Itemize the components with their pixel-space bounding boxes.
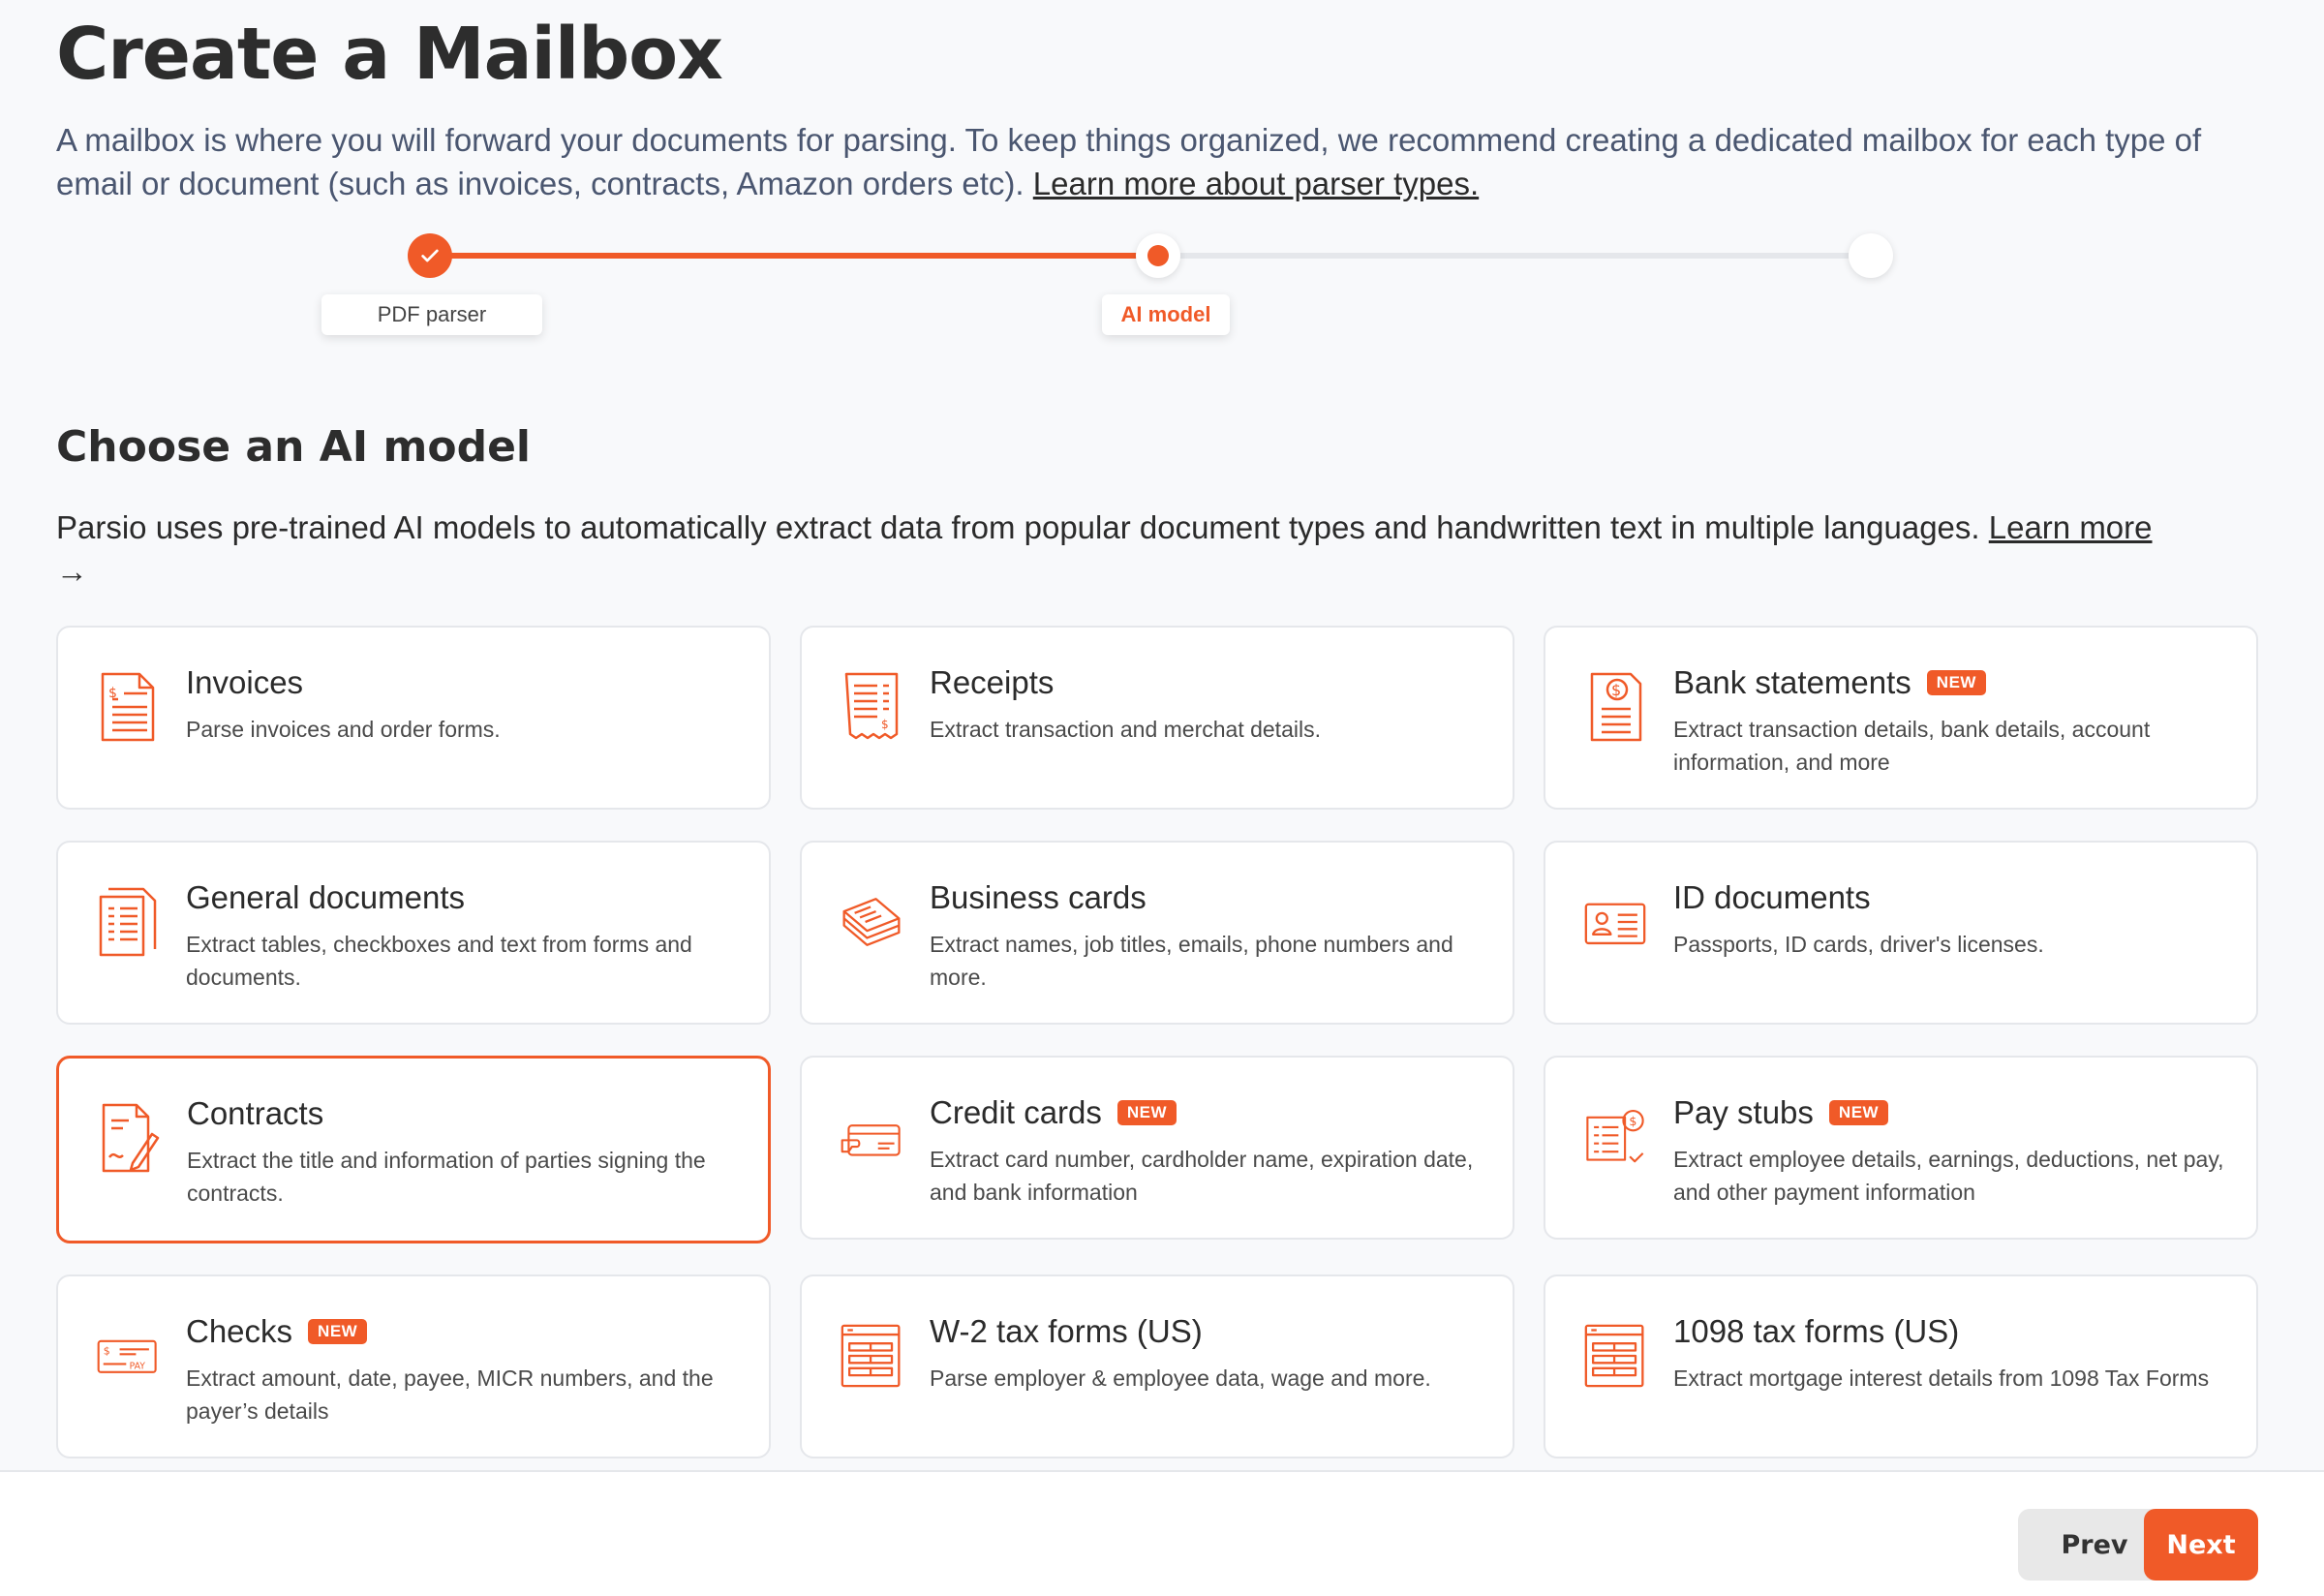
- card-title: W-2 tax forms (US): [930, 1313, 1203, 1350]
- svg-text:$: $: [1629, 1114, 1636, 1128]
- card-contracts[interactable]: Contracts Extract the title and informat…: [56, 1056, 771, 1243]
- general-document-icon: [97, 885, 159, 959]
- stepper: PDF parser AI model: [0, 229, 2324, 335]
- pay-stub-icon: $: [1584, 1100, 1646, 1174]
- card-description: Passports, ID cards, driver's licenses.: [1673, 932, 2044, 957]
- card-id-documents[interactable]: ID documents Passports, ID cards, driver…: [1544, 841, 2258, 1025]
- ai-model-grid: $ Invoices Parse invoices and order form…: [56, 626, 2258, 1458]
- card-w2-tax-forms[interactable]: W-2 tax forms (US) Parse employer & empl…: [800, 1274, 1514, 1458]
- card-title: Bank statements NEW: [1673, 664, 1986, 701]
- page-title: Create a Mailbox: [56, 13, 723, 96]
- card-title-text: Checks: [186, 1313, 293, 1349]
- footer-bar: Prev Next: [0, 1470, 2324, 1596]
- card-description: Parse invoices and order forms.: [186, 717, 501, 742]
- card-title-text: Credit cards: [930, 1094, 1102, 1130]
- card-description: Extract names, job titles, emails, phone…: [930, 932, 1453, 990]
- card-receipts[interactable]: $ Receipts Extract transaction and merch…: [800, 626, 1514, 810]
- learn-more-link[interactable]: Learn more: [1989, 509, 2153, 545]
- check-icon: [421, 249, 439, 262]
- card-title-text: W-2 tax forms (US): [930, 1313, 1203, 1349]
- step-next: [1849, 233, 1893, 278]
- card-description: Extract mortgage interest details from 1…: [1673, 1366, 2210, 1391]
- card-title: Contracts: [187, 1095, 323, 1132]
- svg-text:$: $: [1611, 681, 1621, 699]
- card-description: Extract transaction and merchat details.: [930, 717, 1321, 742]
- card-title-text: 1098 tax forms (US): [1673, 1313, 1960, 1349]
- step-pdf-parser[interactable]: [408, 233, 452, 278]
- card-invoices[interactable]: $ Invoices Parse invoices and order form…: [56, 626, 771, 810]
- section-title: Choose an AI model: [56, 422, 531, 472]
- card-description: Parse employer & employee data, wage and…: [930, 1366, 1431, 1391]
- card-title: ID documents: [1673, 879, 1871, 916]
- contract-icon: [98, 1101, 160, 1175]
- card-title-text: General documents: [186, 879, 465, 915]
- check-icon: $ PAY: [97, 1319, 159, 1393]
- intro-text: A mailbox is where you will forward your…: [56, 118, 2264, 205]
- card-credit-cards[interactable]: Credit cards NEW Extract card number, car…: [800, 1056, 1514, 1240]
- card-title-text: Bank statements: [1673, 664, 1911, 700]
- card-title-text: Contracts: [187, 1095, 324, 1131]
- card-description: Extract the title and information of par…: [187, 1148, 706, 1206]
- section-intro-body: Parsio uses pre-trained AI models to aut…: [56, 509, 1980, 545]
- credit-card-icon: [841, 1100, 902, 1174]
- card-checks[interactable]: $ PAY Checks NEW Extract amount, date, pay…: [56, 1274, 771, 1458]
- card-title: Business cards: [930, 879, 1147, 916]
- card-title-text: ID documents: [1673, 879, 1871, 915]
- invoice-icon: $: [97, 670, 159, 744]
- card-pay-stubs[interactable]: $ Pay stubs NEW Extract employee details,…: [1544, 1056, 2258, 1240]
- step-ai-model[interactable]: [1136, 233, 1180, 278]
- card-title-text: Business cards: [930, 879, 1147, 915]
- card-description: Extract tables, checkboxes and text from…: [186, 932, 692, 990]
- svg-text:$: $: [108, 686, 117, 701]
- receipt-icon: $: [841, 670, 902, 744]
- card-description: Extract employee details, earnings, dedu…: [1673, 1147, 2224, 1205]
- new-badge: NEW: [1828, 1100, 1889, 1125]
- card-title-text: Invoices: [186, 664, 304, 700]
- tax-form-icon: [1584, 1319, 1646, 1393]
- section-intro: Parsio uses pre-trained AI models to aut…: [56, 506, 2274, 593]
- new-badge: NEW: [1116, 1100, 1177, 1125]
- card-description: Extract amount, date, payee, MICR number…: [186, 1366, 714, 1424]
- card-title: Checks NEW: [186, 1313, 368, 1350]
- card-description: Extract transaction details, bank detail…: [1673, 717, 2151, 775]
- step-current-marker: [1147, 245, 1169, 266]
- card-title: Credit cards NEW: [930, 1094, 1177, 1131]
- id-card-icon: [1584, 885, 1646, 959]
- card-bank-statements[interactable]: $ Bank statements NEW Extract transaction…: [1544, 626, 2258, 810]
- business-cards-icon: [841, 885, 902, 959]
- step-label-pdf-parser: PDF parser: [321, 294, 542, 335]
- card-general-documents[interactable]: General documents Extract tables, checkb…: [56, 841, 771, 1025]
- card-title-text: Receipts: [930, 664, 1055, 700]
- card-description: Extract card number, cardholder name, ex…: [930, 1147, 1474, 1205]
- card-title: Invoices: [186, 664, 303, 701]
- card-title: General documents: [186, 879, 465, 916]
- arrow-right-icon: →: [56, 553, 88, 589]
- stepper-track-done: [430, 253, 1158, 259]
- tax-form-icon: [841, 1319, 902, 1393]
- card-business-cards[interactable]: Business cards Extract names, job titles…: [800, 841, 1514, 1025]
- step-label-ai-model: AI model: [1102, 294, 1230, 335]
- svg-text:$: $: [104, 1344, 110, 1357]
- card-title: Pay stubs NEW: [1673, 1094, 1889, 1131]
- new-badge: NEW: [1926, 670, 1986, 695]
- svg-text:$: $: [881, 718, 889, 731]
- next-button[interactable]: Next: [2144, 1509, 2258, 1581]
- new-badge: NEW: [308, 1319, 368, 1344]
- card-1098-tax-forms[interactable]: 1098 tax forms (US) Extract mortgage int…: [1544, 1274, 2258, 1458]
- card-title: Receipts: [930, 664, 1054, 701]
- learn-parser-types-link[interactable]: Learn more about parser types.: [1033, 166, 1479, 201]
- card-title-text: Pay stubs: [1673, 1094, 1814, 1130]
- stepper-track-todo: [1158, 253, 1871, 259]
- svg-text:PAY: PAY: [130, 1361, 146, 1371]
- card-title: 1098 tax forms (US): [1673, 1313, 1959, 1350]
- bank-statement-icon: $: [1584, 670, 1646, 744]
